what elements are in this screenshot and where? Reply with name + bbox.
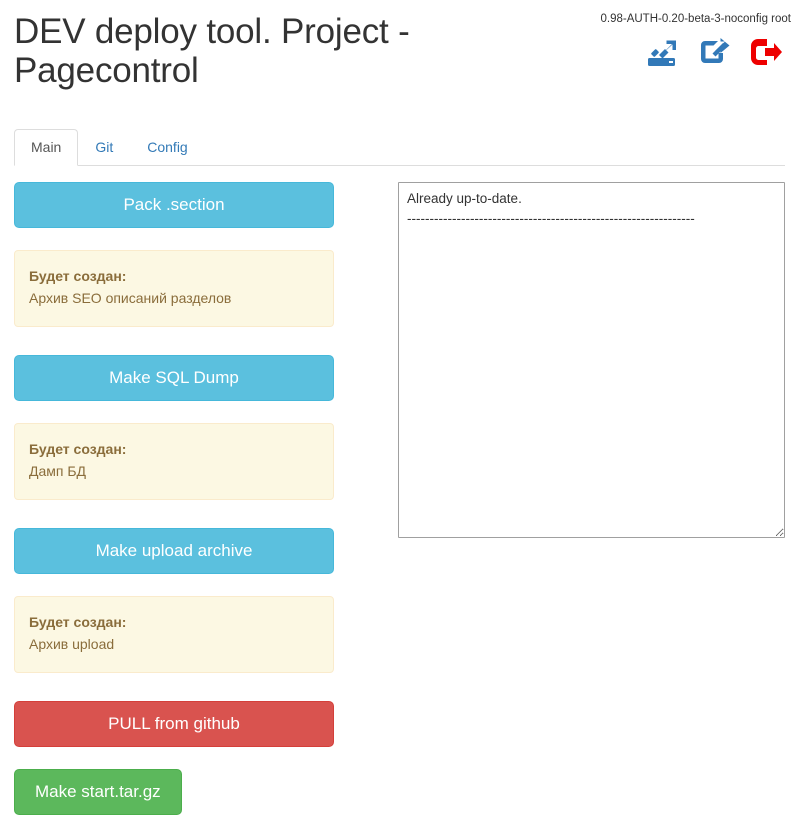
upload-archive-note: Будет создан: Архив upload bbox=[14, 596, 334, 673]
tab-bar: Main Git Config bbox=[0, 129, 799, 166]
pull-button-wrap: PULL from github bbox=[14, 701, 334, 747]
make-sql-dump-button[interactable]: Make SQL Dump bbox=[14, 355, 334, 401]
header-icon-group bbox=[461, 34, 791, 72]
output-column bbox=[334, 182, 785, 815]
header-meta: 0.98-AUTH-0.20-beta-3-noconfig root bbox=[461, 12, 791, 72]
page-header: DEV deploy tool. Project - Pagecontrol 0… bbox=[0, 0, 799, 108]
sql-dump-note-body: Дамп БД bbox=[29, 463, 87, 479]
tab-config[interactable]: Config bbox=[130, 129, 204, 166]
upload-archive-note-title: Будет создан: bbox=[29, 614, 127, 630]
server-upload-icon bbox=[645, 36, 679, 71]
actions-column: Pack .section Будет создан: Архив SEO оп… bbox=[14, 182, 334, 815]
pack-section-note: Будет создан: Архив SEO описаний раздело… bbox=[14, 250, 334, 327]
sql-dump-note: Будет создан: Дамп БД bbox=[14, 423, 334, 500]
sql-dump-note-title: Будет создан: bbox=[29, 441, 127, 457]
pack-section-note-body: Архив SEO описаний разделов bbox=[29, 290, 232, 306]
tab-main[interactable]: Main bbox=[14, 129, 79, 166]
share-external-icon-button[interactable] bbox=[695, 34, 733, 72]
logout-icon bbox=[749, 37, 783, 70]
pull-from-github-button[interactable]: PULL from github bbox=[14, 701, 334, 747]
version-label: 0.98-AUTH-0.20-beta-3-noconfig root bbox=[600, 13, 792, 25]
tab-git[interactable]: Git bbox=[78, 129, 130, 166]
tab-item-main: Main bbox=[14, 129, 79, 166]
share-external-icon bbox=[698, 36, 730, 71]
upload-archive-note-body: Архив upload bbox=[29, 636, 115, 652]
pack-section-note-title: Будет создан: bbox=[29, 268, 127, 284]
logout-icon-button[interactable] bbox=[747, 34, 785, 72]
make-upload-archive-button[interactable]: Make upload archive bbox=[14, 528, 334, 574]
make-start-targz-button[interactable]: Make start.tar.gz bbox=[14, 769, 182, 815]
output-log-textarea[interactable] bbox=[398, 182, 785, 538]
server-upload-icon-button[interactable] bbox=[643, 34, 681, 72]
tab-item-config: Config bbox=[130, 129, 204, 166]
pack-section-button[interactable]: Pack .section bbox=[14, 182, 334, 228]
page-title: DEV deploy tool. Project - Pagecontrol bbox=[14, 12, 410, 91]
tab-item-git: Git bbox=[78, 129, 130, 166]
main-content: Pack .section Будет создан: Архив SEO оп… bbox=[0, 166, 799, 815]
nav-tabs: Main Git Config bbox=[14, 129, 785, 166]
